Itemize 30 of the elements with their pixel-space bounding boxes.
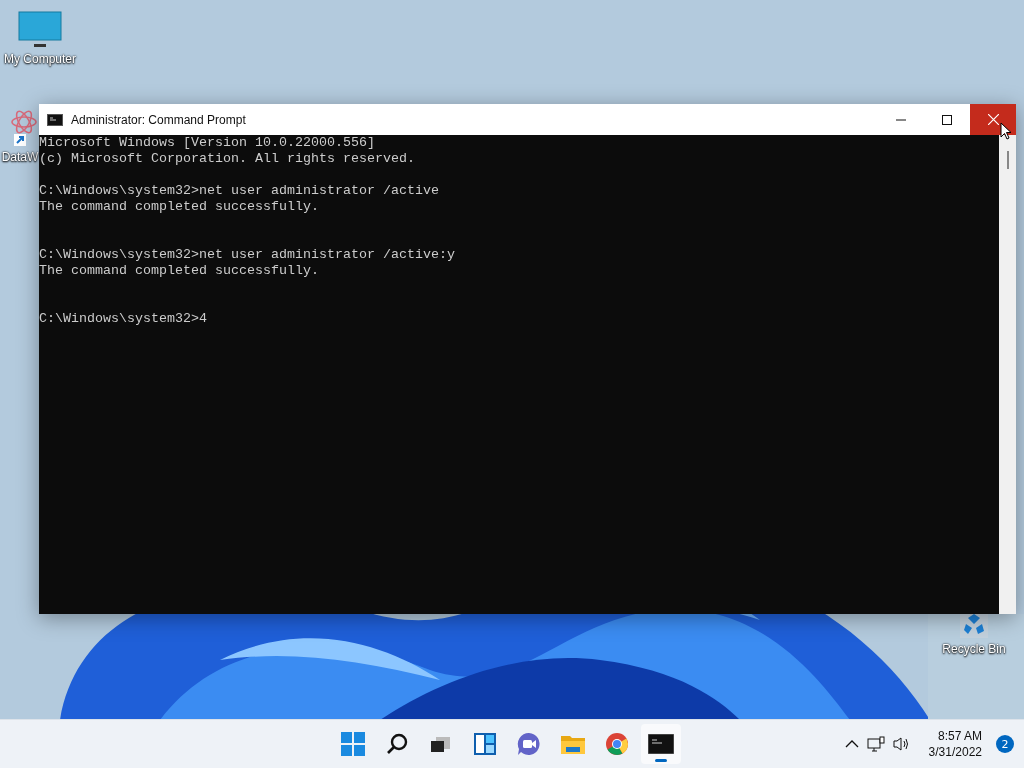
chat-icon (517, 732, 542, 757)
console-line: C:\Windows\system32>net user administrator /active (39, 183, 440, 199)
windows-logo-icon (341, 732, 366, 757)
console-line: The command completed successfully. (39, 263, 320, 279)
scrollbar[interactable] (999, 135, 1016, 614)
console-line: C:\Windows\system32>4 (39, 311, 208, 327)
console-line: (c) Microsoft Corporation. All rights reserved. (39, 151, 416, 167)
taskbar-button[interactable] (641, 724, 682, 765)
chevron-up-icon[interactable] (844, 740, 859, 749)
close-button[interactable] (970, 104, 1016, 135)
monitor-icon (18, 10, 62, 50)
clock-time[interactable]: 8:57 AM (937, 728, 982, 745)
network-icon[interactable] (866, 736, 885, 753)
widgets-icon (473, 732, 498, 757)
terminal-icon (47, 113, 63, 126)
search-icon (386, 733, 409, 756)
console-line: Microsoft Windows [Version 10.0.22000.556] (39, 135, 376, 151)
minimize-icon (896, 118, 906, 121)
browser-icon (605, 732, 630, 757)
folder-icon (560, 733, 587, 756)
task-view-icon (430, 735, 453, 754)
close-icon (987, 114, 999, 125)
console-line: The command completed successfully. (39, 199, 320, 215)
window-title: Administrator: Command Prompt (71, 112, 247, 127)
terminal-icon (648, 734, 675, 755)
notification-badge[interactable]: 2 (996, 735, 1014, 754)
maximize-icon (942, 114, 952, 125)
clock-date[interactable]: 3/31/2022 (928, 744, 982, 761)
speaker-icon[interactable] (892, 736, 911, 753)
console-line: C:\Windows\system32>net user administrator /active:y (39, 247, 456, 263)
